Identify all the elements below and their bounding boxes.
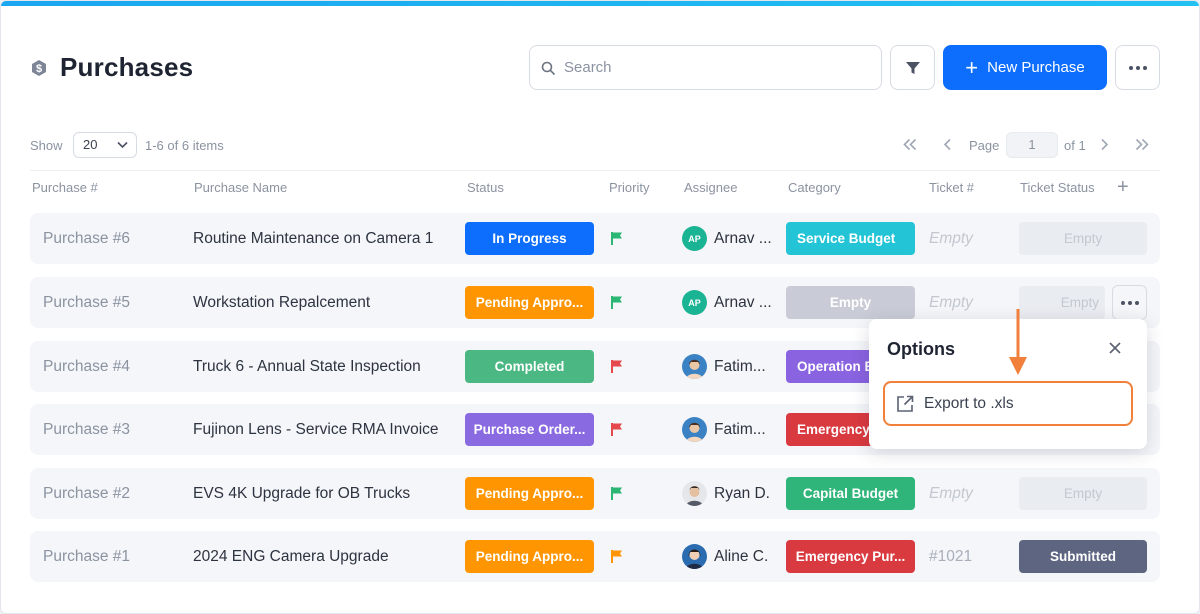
purchase-number: Purchase #6 <box>43 229 131 247</box>
column-header-assignee[interactable]: Assignee <box>684 180 737 195</box>
category-badge[interactable]: Emergency Pur... <box>786 540 915 573</box>
table-row[interactable]: Purchase #1 2024 ENG Camera Upgrade Pend… <box>30 531 1160 582</box>
purchase-name: Fujinon Lens - Service RMA Invoice <box>193 420 439 438</box>
page-size-select[interactable]: 20 <box>73 132 137 158</box>
status-badge[interactable]: Pending Appro... <box>465 540 594 573</box>
avatar <box>682 481 707 506</box>
more-options-button[interactable] <box>1115 45 1160 90</box>
table-row[interactable]: Purchase #2 EVS 4K Upgrade for OB Trucks… <box>30 468 1160 519</box>
column-header-ticket-status[interactable]: Ticket Status <box>1020 180 1095 195</box>
ticket-number: #1021 <box>929 547 973 565</box>
column-header-ticket-number[interactable]: Ticket # <box>929 180 974 195</box>
purchase-number: Purchase #4 <box>43 357 131 375</box>
filter-icon <box>905 61 920 74</box>
flag-icon[interactable] <box>610 422 624 437</box>
avatar: AP <box>682 226 707 251</box>
ticket-status-badge[interactable]: Empty <box>1019 477 1147 510</box>
export-xls-menu-item[interactable]: Export to .xls <box>883 381 1133 426</box>
flag-icon[interactable] <box>610 231 624 246</box>
status-badge[interactable]: Pending Appro... <box>465 477 594 510</box>
purchase-number: Purchase #3 <box>43 420 131 438</box>
search-box[interactable] <box>529 45 882 90</box>
more-horizontal-icon <box>1128 65 1147 70</box>
add-column-icon[interactable]: + <box>1117 177 1129 197</box>
avatar <box>682 544 707 569</box>
flag-icon[interactable] <box>610 359 624 374</box>
first-page-icon[interactable] <box>903 138 917 151</box>
previous-page-icon[interactable] <box>943 138 952 151</box>
filter-button[interactable] <box>890 45 935 90</box>
ticket-number: Empty <box>929 229 973 247</box>
assignee-name: Arnav ... <box>714 229 772 247</box>
more-horizontal-icon <box>1120 300 1139 305</box>
purchase-number: Purchase #2 <box>43 484 131 502</box>
user-photo-icon <box>682 544 707 569</box>
avatar <box>682 417 707 442</box>
purchase-name: 2024 ENG Camera Upgrade <box>193 547 389 565</box>
purchase-number: Purchase #5 <box>43 293 131 311</box>
new-purchase-label: New Purchase <box>987 59 1085 76</box>
purchase-name: Workstation Repalcement <box>193 293 371 311</box>
avatar: AP <box>682 290 707 315</box>
top-accent-bar <box>1 1 1199 6</box>
next-page-icon[interactable] <box>1100 138 1109 151</box>
new-purchase-button[interactable]: + New Purchase <box>943 45 1107 90</box>
export-xls-label: Export to .xls <box>924 394 1014 412</box>
status-badge[interactable]: Completed <box>465 350 594 383</box>
close-icon[interactable] <box>1109 342 1121 354</box>
column-header-purchase-name[interactable]: Purchase Name <box>194 180 287 195</box>
user-photo-icon <box>682 417 707 442</box>
column-header-priority[interactable]: Priority <box>609 180 649 195</box>
category-badge[interactable]: Capital Budget <box>786 477 915 510</box>
external-link-icon <box>897 395 914 412</box>
category-badge[interactable]: Empty <box>786 286 915 319</box>
flag-icon[interactable] <box>610 549 624 564</box>
assignee-name: Aline C. <box>714 547 769 565</box>
purchase-name: Routine Maintenance on Camera 1 <box>193 229 434 247</box>
popup-title: Options <box>887 339 955 359</box>
status-badge[interactable]: Pending Appro... <box>465 286 594 319</box>
ticket-status-badge[interactable]: Empty <box>1019 222 1147 255</box>
page-size-value: 20 <box>83 137 98 152</box>
dollar-hexagon-icon: $ <box>32 60 46 76</box>
page-title: Purchases <box>60 52 194 82</box>
page-number-input[interactable]: 1 <box>1006 132 1058 158</box>
category-badge[interactable]: Service Budget <box>786 222 915 255</box>
row-options-button[interactable] <box>1112 285 1147 320</box>
purchase-number: Purchase #1 <box>43 547 131 565</box>
assignee-name: Fatim... <box>714 357 766 375</box>
ticket-number: Empty <box>929 484 973 502</box>
purchase-name: EVS 4K Upgrade for OB Trucks <box>193 484 411 502</box>
purchase-name: Truck 6 - Annual State Inspection <box>193 357 421 375</box>
user-photo-icon <box>682 354 707 379</box>
svg-text:$: $ <box>36 63 42 75</box>
status-badge[interactable]: In Progress <box>465 222 594 255</box>
annotation-arrow-icon <box>1009 309 1027 375</box>
last-page-icon[interactable] <box>1135 138 1149 151</box>
user-photo-icon <box>682 481 707 506</box>
assignee-name: Arnav ... <box>714 293 772 311</box>
chevron-down-icon <box>117 141 128 149</box>
avatar <box>682 354 707 379</box>
toolbar-divider <box>30 170 1160 171</box>
assignee-name: Ryan D. <box>714 484 770 502</box>
status-badge[interactable]: Purchase Order... <box>465 413 594 446</box>
flag-icon[interactable] <box>610 295 624 310</box>
column-header-category[interactable]: Category <box>788 180 841 195</box>
column-header-purchase-number[interactable]: Purchase # <box>32 180 98 195</box>
show-label: Show <box>30 138 63 153</box>
app-window: $ Purchases + New Purchase Show 20 1-6 o… <box>0 0 1200 614</box>
flag-icon[interactable] <box>610 486 624 501</box>
column-header-status[interactable]: Status <box>467 180 504 195</box>
page-label: Page <box>969 138 1000 153</box>
search-icon <box>541 61 555 75</box>
plus-icon: + <box>965 54 979 80</box>
search-input[interactable] <box>564 46 864 89</box>
ticket-status-badge[interactable]: Submitted <box>1019 540 1147 573</box>
assignee-name: Fatim... <box>714 420 766 438</box>
ticket-status-badge[interactable]: Empty <box>1019 286 1105 319</box>
items-count: 1-6 of 6 items <box>145 138 224 153</box>
table-row[interactable]: Purchase #6 Routine Maintenance on Camer… <box>30 213 1160 264</box>
page-of-label: of 1 <box>1064 138 1086 153</box>
